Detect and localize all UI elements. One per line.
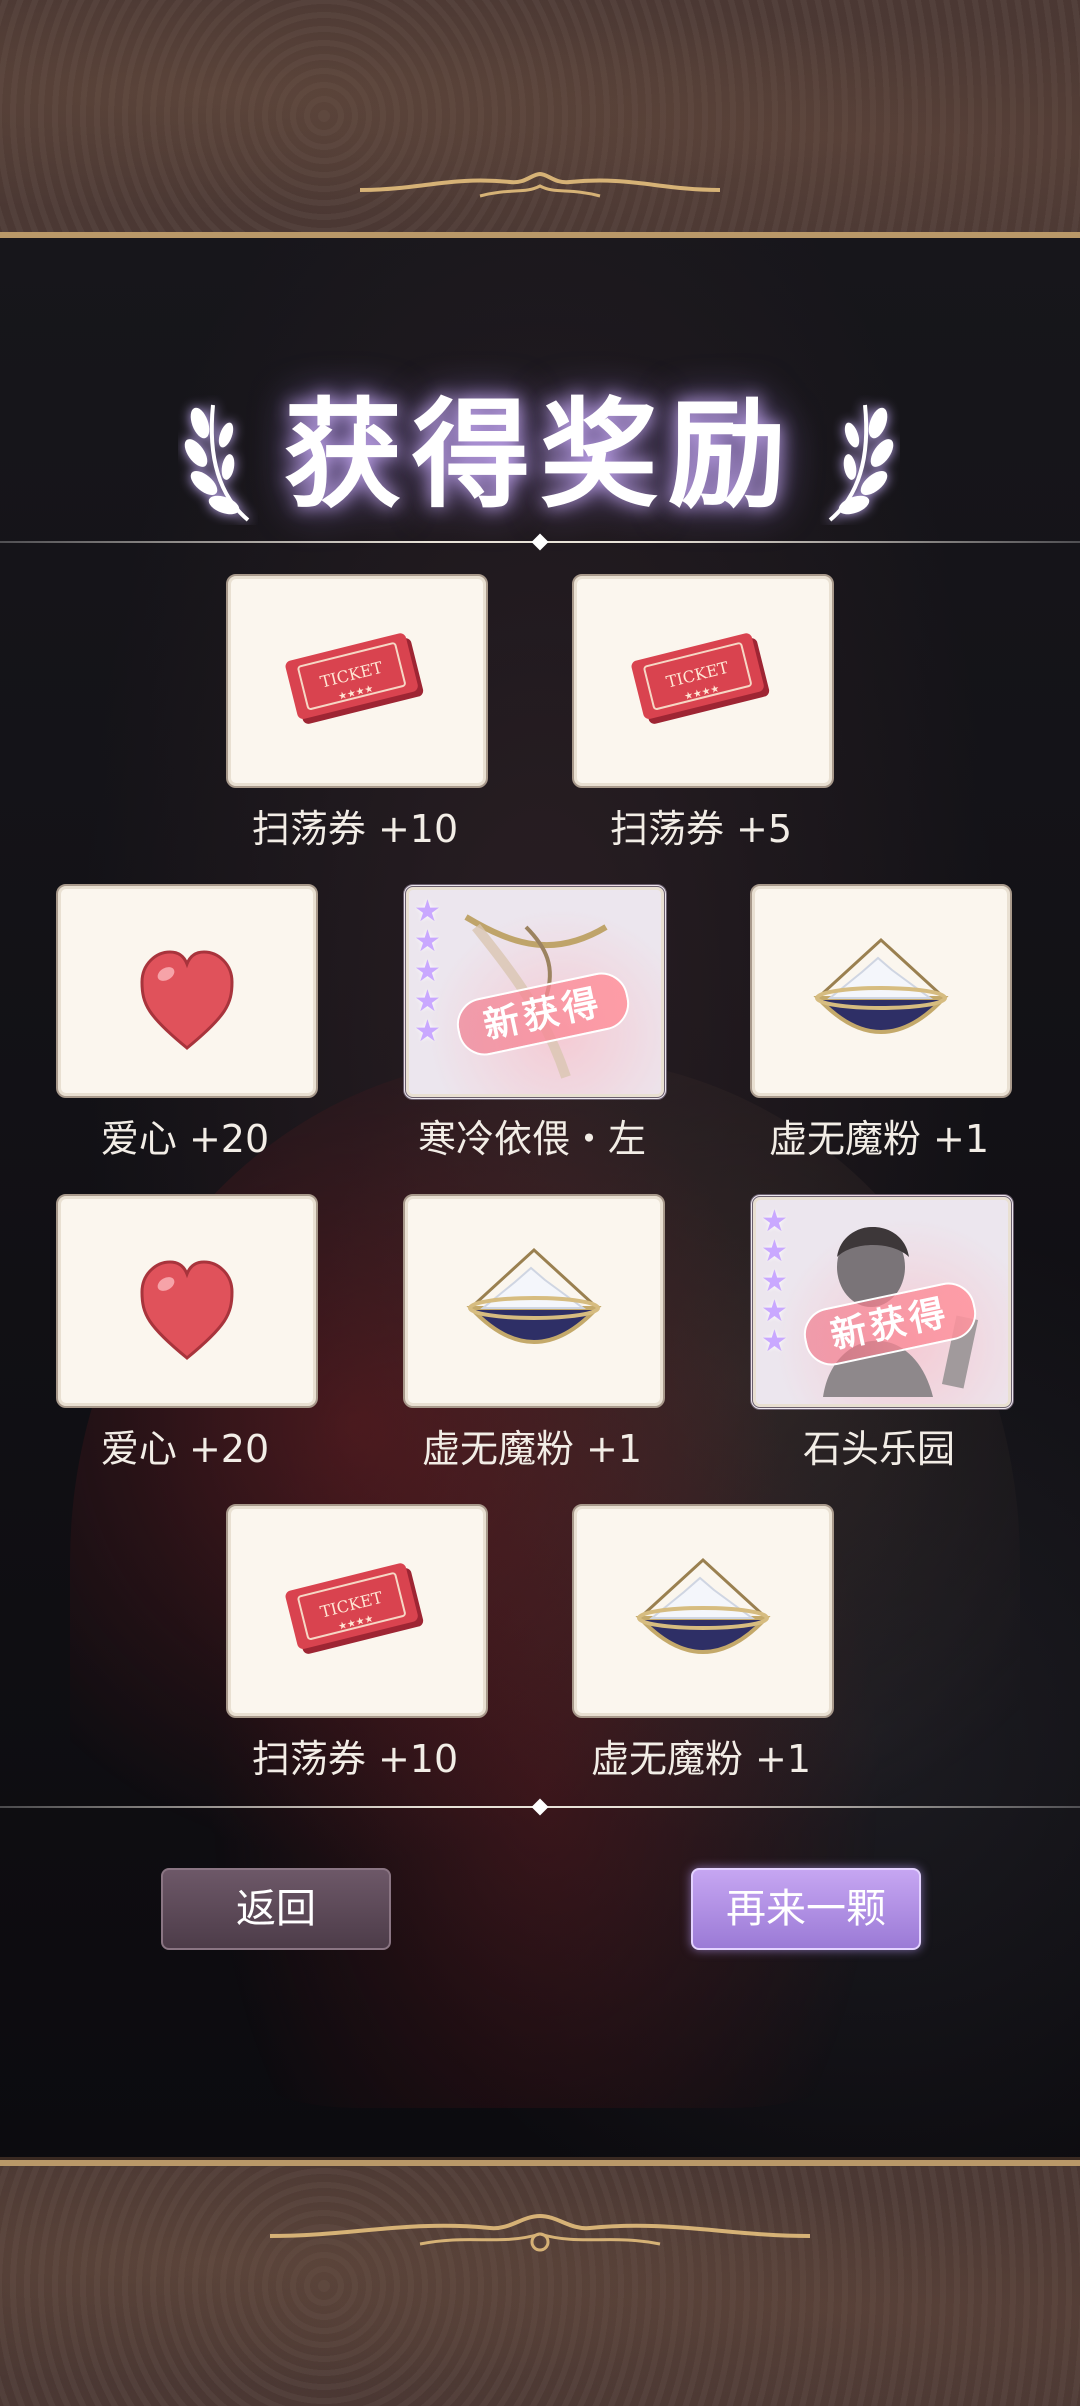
reward-label: 虚无魔粉 +1 xyxy=(421,1427,643,1471)
draw-again-button[interactable]: 再来一颗 xyxy=(691,1868,921,1950)
back-button[interactable]: 返回 xyxy=(161,1868,391,1950)
ticket-icon: TICKET ★★★★ xyxy=(285,1563,424,1654)
magic-powder-icon xyxy=(813,937,949,1034)
ticket-icon: TICKET ★★★★ xyxy=(631,633,770,724)
reward-label: 虚无魔粉 +1 xyxy=(590,1737,812,1781)
reward-card[interactable]: ★ ★ ★ ★ ★ 新获得 xyxy=(403,884,667,1100)
reward-label: 扫荡券 +5 xyxy=(609,807,793,851)
reward-label: 石头乐园 xyxy=(802,1427,955,1471)
ticket-icon: TICKET ★★★★ xyxy=(285,633,424,724)
reward-label: 扫荡券 +10 xyxy=(251,807,459,851)
reward-card[interactable]: ★ ★ ★ ★ ★ 新获得 xyxy=(750,1194,1014,1410)
reward-card[interactable] xyxy=(572,1504,834,1718)
bottom-divider xyxy=(0,1798,1080,1816)
reward-label: 虚无魔粉 +1 xyxy=(768,1117,990,1161)
reward-card[interactable]: TICKET ★★★★ xyxy=(226,574,488,788)
reward-card[interactable] xyxy=(56,884,318,1098)
star-rating: ★ ★ ★ ★ ★ xyxy=(414,894,441,1049)
magic-powder-icon xyxy=(466,1247,602,1344)
top-flourish-icon xyxy=(360,171,720,198)
bottom-flourish-icon xyxy=(270,2213,810,2252)
heart-icon xyxy=(140,950,234,1050)
top-divider xyxy=(0,533,1080,551)
reward-label: 爱心 +20 xyxy=(100,1427,270,1471)
reward-card[interactable] xyxy=(750,884,1012,1098)
right-laurel-icon xyxy=(828,404,894,522)
star-rating: ★ ★ ★ ★ ★ xyxy=(761,1204,788,1359)
reward-card[interactable]: TICKET ★★★★ xyxy=(572,574,834,788)
heart-icon xyxy=(140,1260,234,1360)
reward-label: 扫荡券 +10 xyxy=(251,1737,459,1781)
magic-powder-icon xyxy=(635,1557,771,1654)
title-area: 获得奖励 xyxy=(0,380,1080,530)
reward-card[interactable]: TICKET ★★★★ xyxy=(226,1504,488,1718)
top-ornament-band xyxy=(0,0,1080,238)
reward-label: 爱心 +20 xyxy=(100,1117,270,1161)
reward-card[interactable] xyxy=(56,1194,318,1408)
page-title: 获得奖励 xyxy=(283,385,796,524)
reward-card[interactable] xyxy=(403,1194,665,1408)
bottom-ornament-band xyxy=(0,2160,1080,2406)
reward-label: 寒冷依偎・左 xyxy=(417,1117,646,1161)
